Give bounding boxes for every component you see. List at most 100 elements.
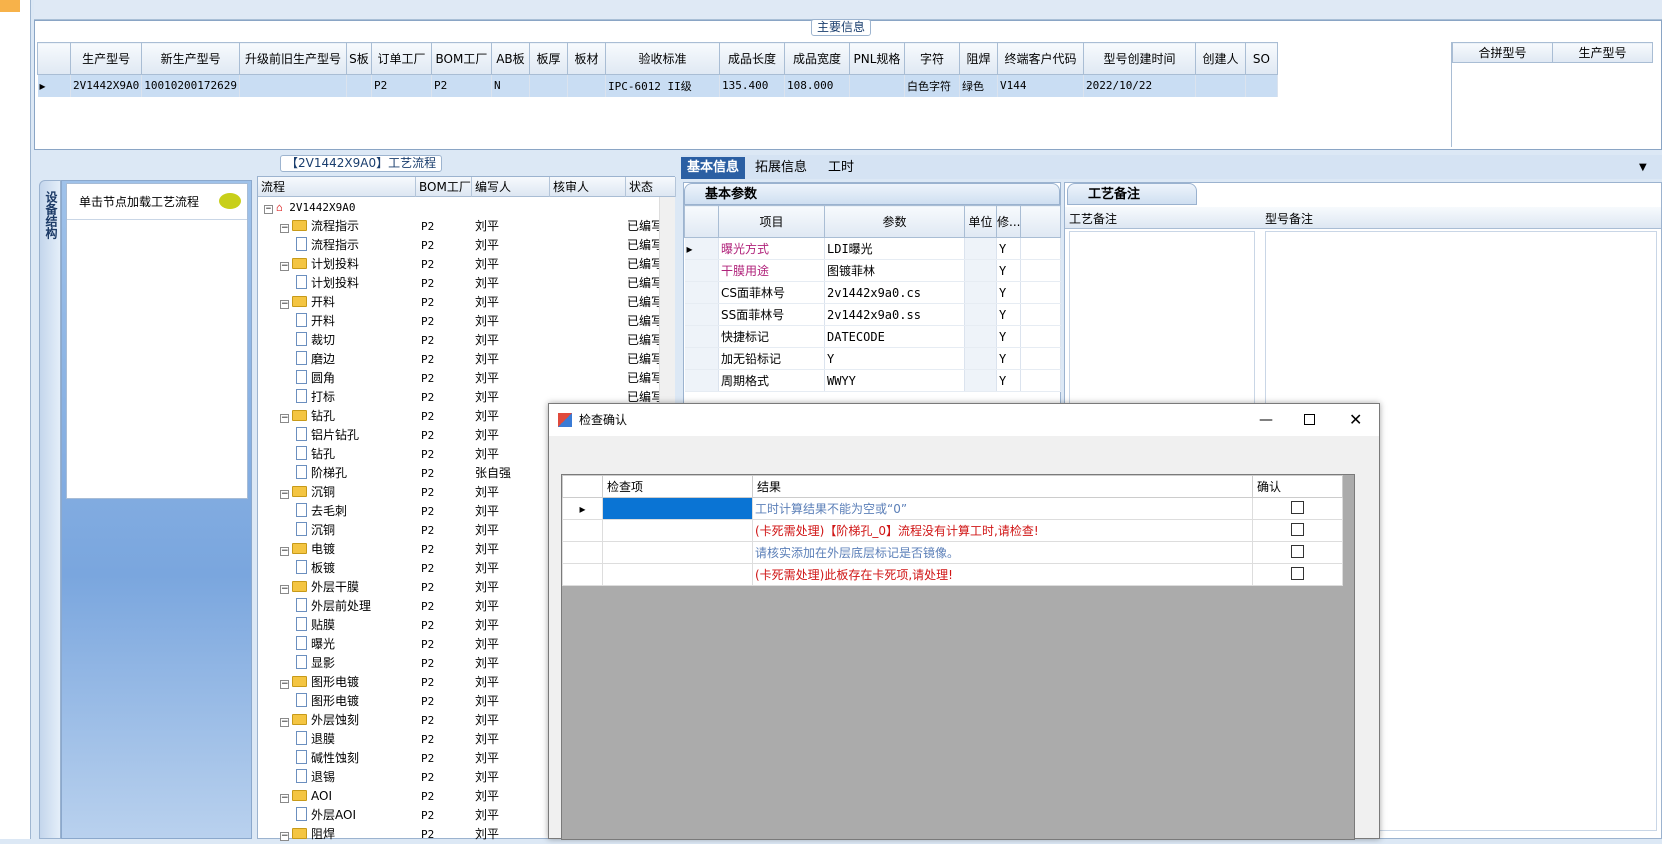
tab-dropdown-icon[interactable]: ▼ xyxy=(1633,157,1653,179)
tree-scrollbar[interactable] xyxy=(659,197,675,407)
check-col-confirm[interactable]: 确认 xyxy=(1252,475,1343,498)
production-model-col[interactable]: 生产型号 xyxy=(1552,42,1653,63)
expand-icon[interactable]: − xyxy=(280,262,289,271)
tree-node[interactable]: 圆角 P2 刘平 已编写 xyxy=(258,369,663,388)
main-col-5[interactable]: BOM工厂 xyxy=(430,42,492,75)
col-flow[interactable]: 流程 xyxy=(258,177,416,197)
main-cell-3[interactable] xyxy=(346,74,372,97)
col-writer[interactable]: 编写人 xyxy=(472,177,550,197)
tab-extended-info[interactable]: 拓展信息 xyxy=(749,157,813,179)
main-col-0[interactable]: 生产型号 xyxy=(69,42,143,75)
main-cell-8[interactable] xyxy=(567,74,606,97)
tree-node[interactable]: − 流程指示 P2 刘平 已编写 xyxy=(258,217,663,236)
check-row[interactable]: ▸ 工时计算结果不能为空或“0” xyxy=(562,497,1343,520)
main-col-7[interactable]: 板厚 xyxy=(528,42,568,75)
param-value[interactable]: LDI曝光 xyxy=(824,237,965,260)
check-row-indicator[interactable] xyxy=(562,541,603,564)
check-confirm-cell[interactable] xyxy=(1252,519,1343,542)
expand-icon[interactable]: − xyxy=(280,547,289,556)
tree-node[interactable]: − 计划投料 P2 刘平 已编写 xyxy=(258,255,663,274)
col-bom-factory[interactable]: BOM工厂 xyxy=(416,177,472,197)
tree-node[interactable]: 开料 P2 刘平 已编写 xyxy=(258,312,663,331)
load-hint-row[interactable]: 单击节点加载工艺流程 xyxy=(67,184,247,220)
tab-basic-info[interactable]: 基本信息 xyxy=(681,157,746,179)
params-col-value[interactable]: 参数 xyxy=(824,205,965,238)
main-col-3[interactable]: S板 xyxy=(345,42,372,75)
confirm-checkbox[interactable] xyxy=(1291,500,1304,514)
check-item[interactable] xyxy=(602,497,753,520)
param-value[interactable]: Y xyxy=(824,347,965,370)
main-col-13[interactable]: 字符 xyxy=(903,42,960,75)
param-value[interactable]: 2v1442x9a0.ss xyxy=(824,303,965,326)
param-value[interactable]: 2v1442x9a0.cs xyxy=(824,281,965,304)
expand-icon[interactable]: − xyxy=(280,832,289,841)
merge-model-col[interactable]: 合拼型号 xyxy=(1452,42,1553,63)
param-row-indicator[interactable] xyxy=(684,325,719,348)
maximize-icon[interactable] xyxy=(1304,414,1315,425)
check-col-result[interactable]: 结果 xyxy=(752,475,1253,498)
param-row[interactable]: 周期格式 WWYY Y xyxy=(684,369,1061,392)
main-col-11[interactable]: 成品宽度 xyxy=(783,42,850,75)
main-cell-9[interactable]: IPC-6012 II级 xyxy=(605,74,720,97)
check-row-indicator[interactable]: ▸ xyxy=(562,497,603,520)
main-col-1[interactable]: 新生产型号 xyxy=(141,42,240,75)
param-row[interactable]: 快捷标记 DATECODE Y xyxy=(684,325,1061,348)
expand-icon[interactable]: − xyxy=(280,680,289,689)
col-reviewer[interactable]: 核审人 xyxy=(550,177,626,197)
main-col-14[interactable]: 阻焊 xyxy=(958,42,998,75)
confirm-checkbox[interactable] xyxy=(1291,566,1304,580)
param-row-indicator[interactable] xyxy=(684,259,719,282)
main-col-6[interactable]: AB板 xyxy=(490,42,530,75)
param-row[interactable]: 干膜用途 图镀菲林 Y xyxy=(684,259,1061,282)
main-col-2[interactable]: 升级前旧生产型号 xyxy=(238,42,347,75)
expand-icon[interactable]: − xyxy=(280,794,289,803)
params-col-mod[interactable]: 修... xyxy=(996,205,1021,238)
param-row[interactable]: 加无铅标记 Y Y xyxy=(684,347,1061,370)
col-status[interactable]: 状态 xyxy=(626,177,676,197)
tree-node[interactable]: 计划投料 P2 刘平 已编写 xyxy=(258,274,663,293)
check-item[interactable] xyxy=(602,563,753,586)
close-icon[interactable]: ✕ xyxy=(1349,404,1362,436)
param-row-indicator[interactable] xyxy=(684,347,719,370)
params-col-unit[interactable]: 单位 xyxy=(964,205,997,238)
param-row-indicator[interactable] xyxy=(684,303,719,326)
tree-node[interactable]: 磨边 P2 刘平 已编写 xyxy=(258,350,663,369)
param-value[interactable]: DATECODE xyxy=(824,325,965,348)
main-col-9[interactable]: 验收标准 xyxy=(604,42,720,75)
main-cell-15[interactable]: V144 xyxy=(997,74,1084,97)
confirm-checkbox[interactable] xyxy=(1291,522,1304,536)
main-col-16[interactable]: 型号创建时间 xyxy=(1082,42,1196,75)
main-col-18[interactable]: SO xyxy=(1244,42,1278,75)
main-cell-11[interactable]: 108.000 xyxy=(784,74,850,97)
param-row[interactable]: ▸ 曝光方式 LDI曝光 Y xyxy=(684,237,1061,260)
check-item[interactable] xyxy=(602,519,753,542)
main-cell-17[interactable] xyxy=(1195,74,1246,97)
check-confirm-cell[interactable] xyxy=(1252,541,1343,564)
check-row[interactable]: (卡死需处理)【阶梯孔_0】流程没有计算工时,请检查! xyxy=(562,519,1343,542)
main-col-10[interactable]: 成品长度 xyxy=(718,42,785,75)
main-col-17[interactable]: 创建人 xyxy=(1194,42,1246,75)
check-row-indicator[interactable] xyxy=(562,563,603,586)
param-row[interactable]: SS面菲林号 2v1442x9a0.ss Y xyxy=(684,303,1061,326)
params-col-item[interactable]: 项目 xyxy=(718,205,825,238)
check-row-indicator[interactable] xyxy=(562,519,603,542)
expand-icon[interactable]: − xyxy=(280,300,289,309)
check-confirm-cell[interactable] xyxy=(1252,497,1343,520)
check-item[interactable] xyxy=(602,541,753,564)
tab-work-hours[interactable]: 工时 xyxy=(822,157,860,179)
expand-icon[interactable]: − xyxy=(280,224,289,233)
param-row-indicator[interactable] xyxy=(684,281,719,304)
main-cell-4[interactable]: P2 xyxy=(371,74,432,97)
main-cell-0[interactable]: 2V1442X9A0 xyxy=(70,74,143,97)
main-cell-13[interactable]: 白色字符 xyxy=(904,74,960,97)
main-col-8[interactable]: 板材 xyxy=(566,42,606,75)
collapse-icon[interactable]: − xyxy=(264,205,273,214)
main-cell-6[interactable]: N xyxy=(491,74,530,97)
main-col-12[interactable]: PNL规格 xyxy=(848,42,905,75)
main-cell-10[interactable]: 135.400 xyxy=(719,74,785,97)
main-col-15[interactable]: 终端客户代码 xyxy=(996,42,1084,75)
param-row-indicator[interactable]: ▸ xyxy=(684,237,719,260)
main-cell-1[interactable]: 10010200172629 xyxy=(141,74,240,97)
param-value[interactable]: WWYY xyxy=(824,369,965,392)
main-cell-5[interactable]: P2 xyxy=(431,74,492,97)
